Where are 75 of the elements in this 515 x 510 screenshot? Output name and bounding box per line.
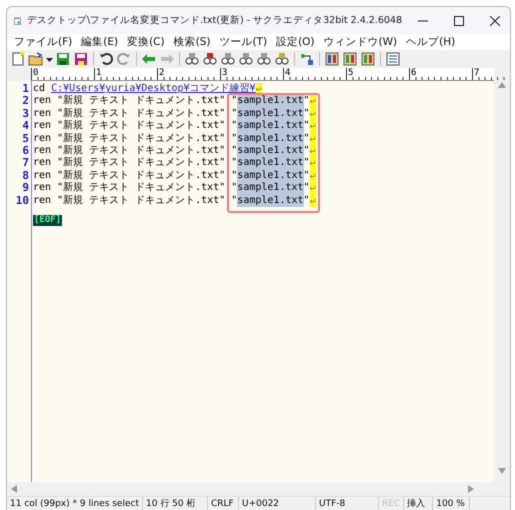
line-end-mark: ↵: [310, 132, 316, 145]
line-number: 10: [14, 194, 29, 207]
line-number: 2: [21, 95, 29, 108]
line-number: 5: [21, 132, 29, 145]
line-end-mark: ↵: [310, 108, 316, 120]
code-text: ": [304, 120, 310, 133]
new-file-icon[interactable]: [10, 51, 26, 67]
menu-item[interactable]: ツール(T): [216, 35, 274, 49]
selected-text: sample1.txt: [237, 157, 304, 170]
save-all-icon[interactable]: [73, 51, 89, 67]
line-end-mark: ↵: [310, 144, 316, 158]
code-text: ren "新規 テキスト ドキュメント.txt" ": [33, 144, 238, 156]
menu-item[interactable]: ヘルプ(H): [403, 35, 462, 49]
selected-text: sample1.txt: [237, 120, 304, 133]
status-field: U+0022: [238, 497, 316, 510]
code-text: ": [304, 157, 310, 170]
code-text: ": [304, 170, 310, 182]
maximize-icon: [454, 16, 464, 26]
path-link[interactable]: C:¥Users¥yuria¥Desktop¥コマンド練習¥: [51, 83, 256, 96]
status-field: 挿入: [404, 497, 434, 510]
open-folder-icon[interactable]: [28, 51, 44, 67]
code-text: ren "新規 テキスト ドキュメント.txt" ": [33, 182, 238, 194]
line-number: 9: [21, 182, 29, 195]
code-text: ": [304, 194, 310, 207]
window-icon[interactable]: [385, 51, 401, 67]
selected-text: sample1.txt: [237, 144, 304, 158]
status-field: 100 %: [433, 497, 470, 510]
code-text: ren "新規 テキスト ドキュメント.txt" ": [33, 170, 238, 182]
menu-item[interactable]: 変換(C): [124, 35, 171, 49]
status-field: 11 col (99px) * 9 lines select: [7, 497, 143, 510]
line-number: 3: [21, 108, 29, 120]
line-number: 6: [21, 144, 29, 158]
code-text: ren "新規 テキスト ドキュメント.txt" ": [33, 194, 238, 207]
line-end-mark: ↵: [310, 157, 316, 170]
code-text: ren "新規 テキスト ドキュメント.txt" ": [33, 132, 238, 144]
line-end-mark: ↵: [310, 170, 316, 182]
menu-item[interactable]: ファイル(F): [11, 35, 78, 49]
close-icon: [490, 16, 500, 26]
line-end-mark: ↵: [310, 120, 316, 133]
code-text: ": [304, 108, 310, 120]
line-number: 8: [21, 170, 29, 182]
save-icon[interactable]: [55, 51, 71, 67]
code-text: cd: [33, 83, 46, 96]
code-text: ren "新規 テキスト ドキュメント.txt" ": [33, 108, 238, 120]
menu-item[interactable]: 編集(E): [78, 35, 124, 49]
menu-item[interactable]: ウィンドウ(W): [320, 35, 404, 49]
eof-mark: [EOF]: [33, 214, 62, 226]
undo-icon[interactable]: [98, 51, 114, 67]
code-text: ": [304, 132, 310, 145]
menu-item[interactable]: 検索(S): [170, 35, 216, 49]
code-text: ": [304, 95, 310, 108]
selected-text: sample1.txt: [237, 95, 304, 108]
selected-text: sample1.txt: [237, 194, 304, 207]
find-icon[interactable]: [184, 51, 200, 67]
menu-item[interactable]: 設定(O): [273, 35, 321, 49]
selected-text: sample1.txt: [237, 132, 304, 145]
line-number: 7: [21, 157, 29, 170]
status-field: UTF-8: [316, 497, 379, 510]
line-end-mark: ↵: [310, 194, 316, 207]
code-text: ren "新規 テキスト ドキュメント.txt" ": [33, 95, 238, 108]
line-number: 4: [21, 120, 29, 133]
selected-text: sample1.txt: [237, 182, 304, 195]
code-text: ": [304, 182, 310, 195]
outline-icon[interactable]: [299, 51, 315, 67]
code-text: ren "新規 テキスト ドキュメント.txt" ": [33, 157, 238, 170]
window-title: デスクトップ\ファイル名変更コマンド.txt(更新) - サクラエディタ32bit 2.4.2.6048: [26, 14, 402, 27]
line-end-mark: ↵: [310, 182, 316, 195]
code-text: ": [304, 144, 310, 158]
line-end-mark: ↵: [310, 95, 316, 108]
line-number: 1: [21, 83, 29, 96]
code-text: ren "新規 テキスト ドキュメント.txt" ": [33, 120, 238, 132]
selected-text: sample1.txt: [237, 170, 304, 182]
status-field: 10 行 50 桁: [142, 497, 208, 510]
status-field: CRLF: [208, 497, 239, 510]
selected-text: sample1.txt: [237, 108, 304, 120]
